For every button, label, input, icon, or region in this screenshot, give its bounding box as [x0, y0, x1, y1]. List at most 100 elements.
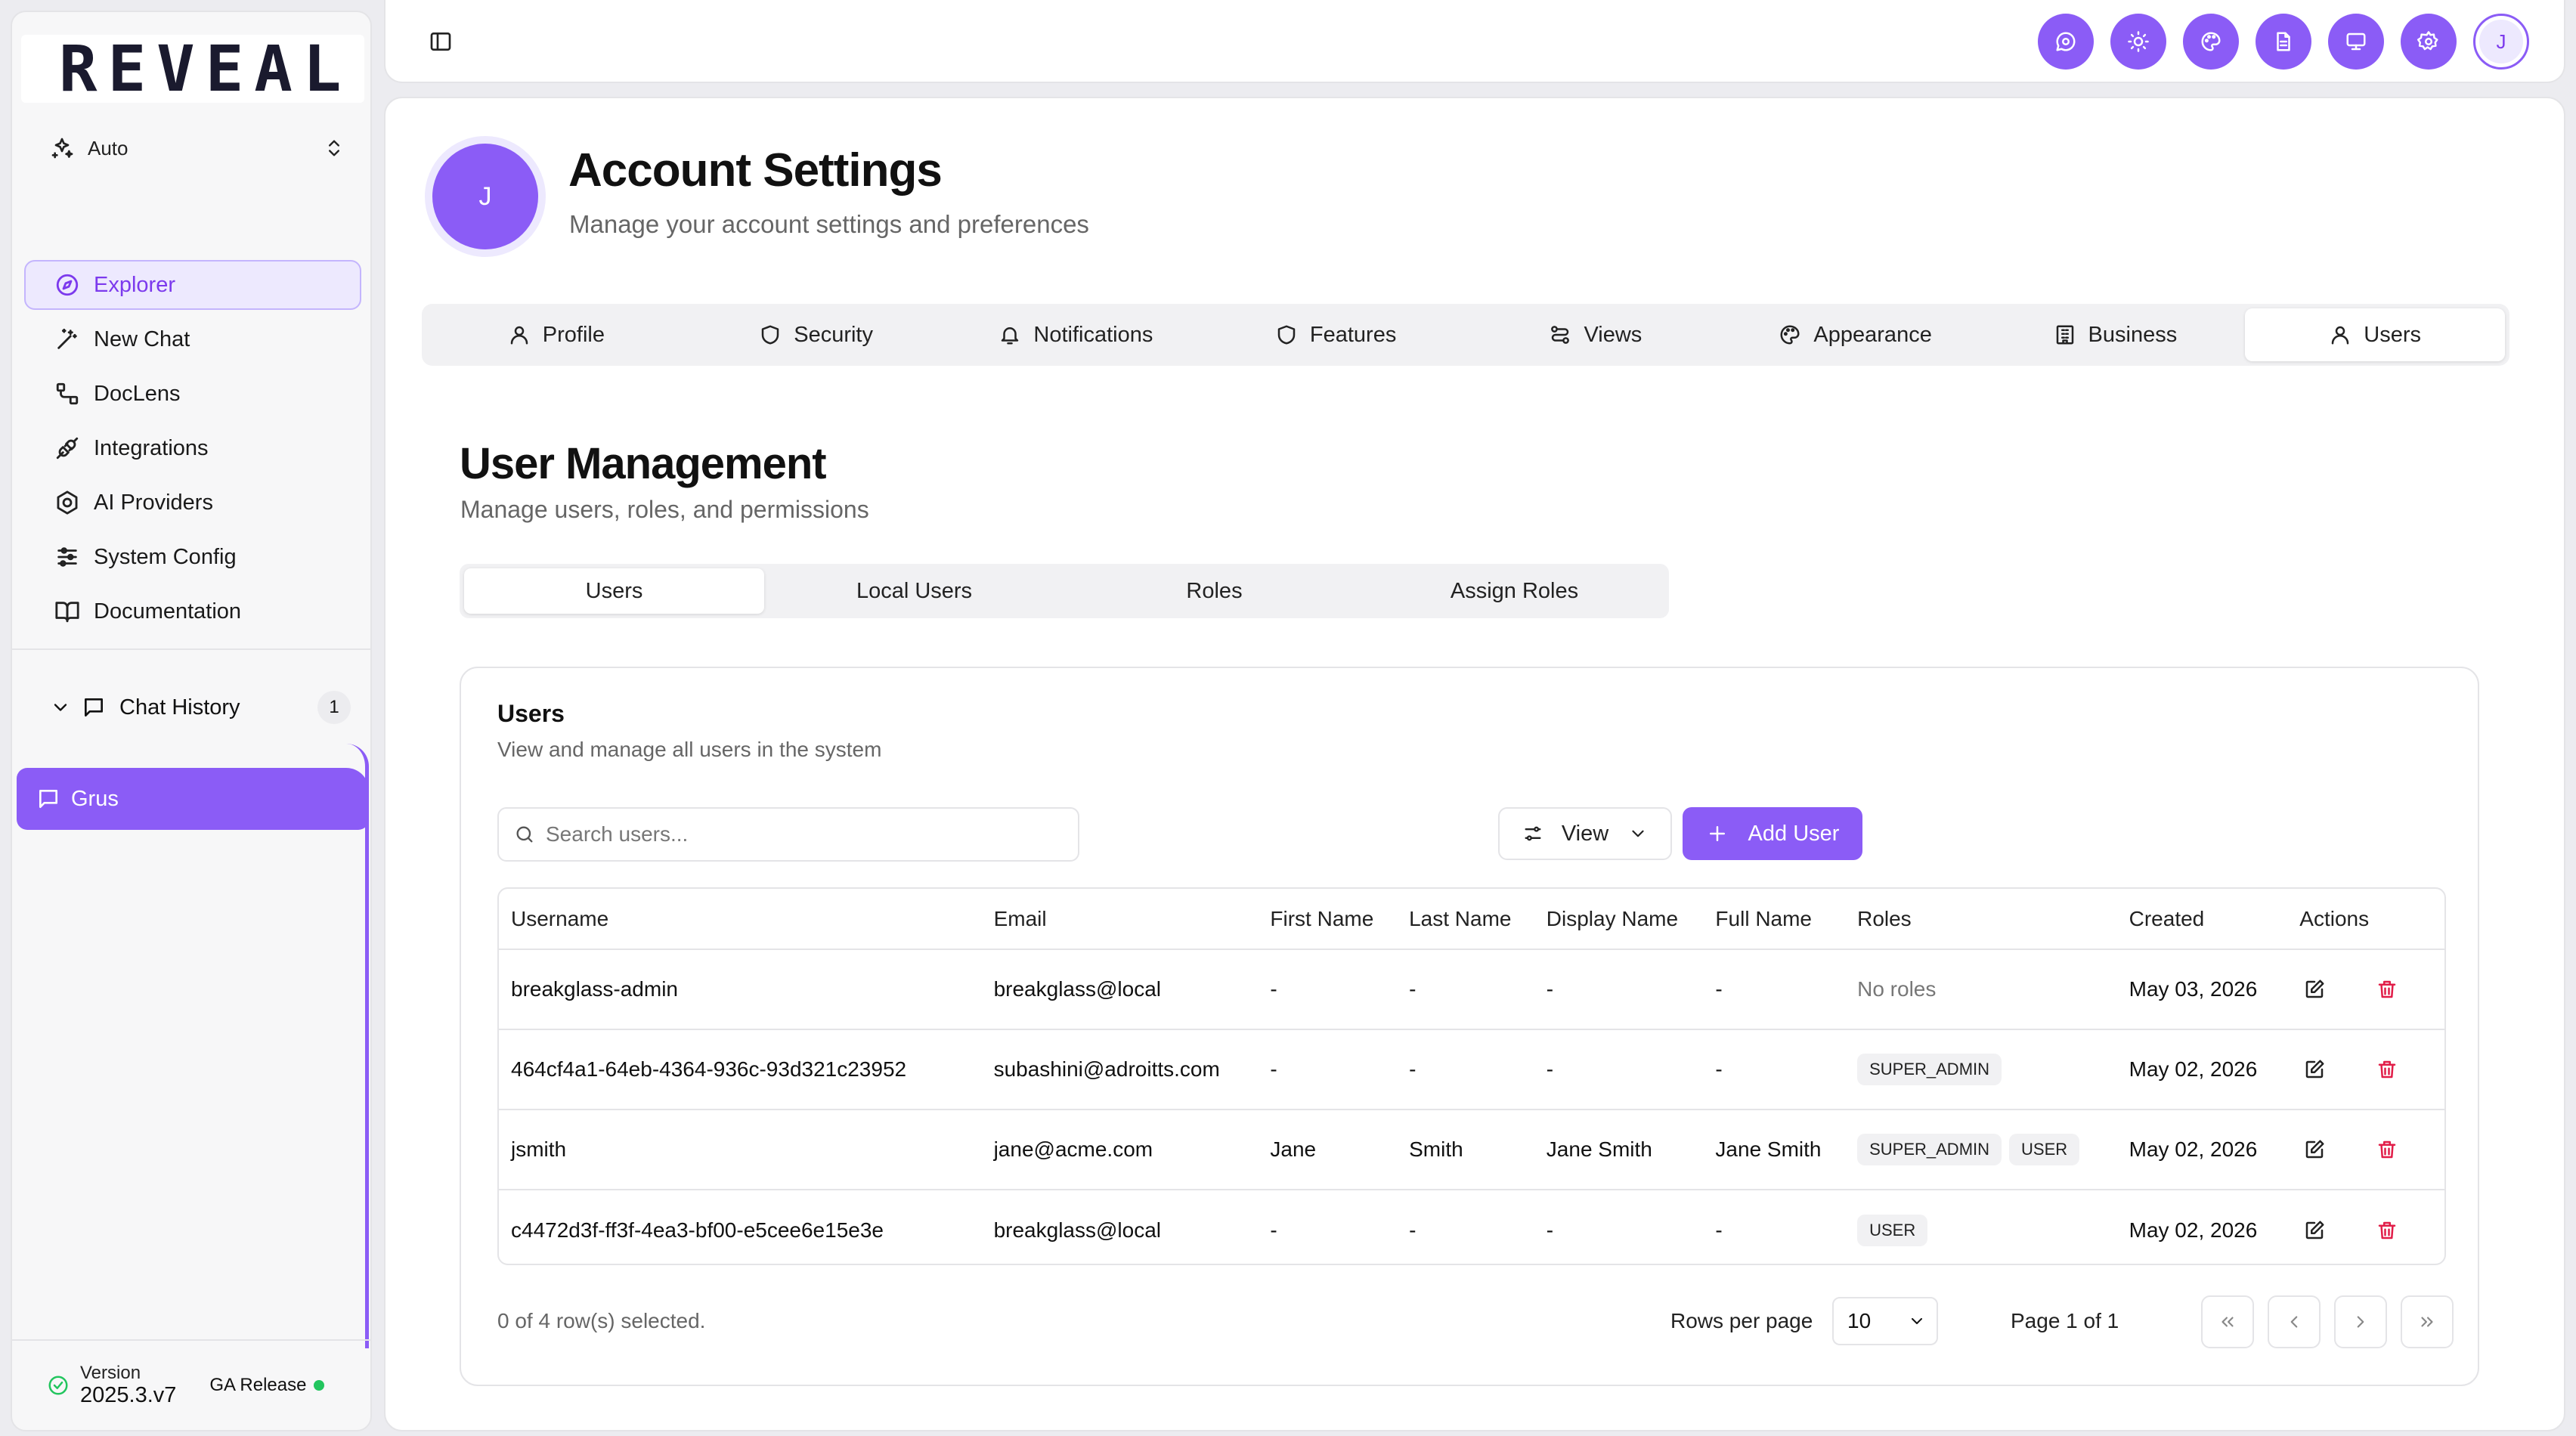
first-page-button[interactable] [2201, 1295, 2254, 1348]
column-header[interactable]: Username [499, 889, 982, 950]
nav-label: Documentation [94, 599, 242, 624]
tab-appearance[interactable]: Appearance [1726, 308, 1986, 361]
trash-icon[interactable] [2372, 1215, 2402, 1246]
column-header[interactable]: Email [981, 889, 1259, 950]
nav-label: DocLens [94, 381, 181, 406]
message-icon [36, 787, 60, 811]
display-name-cell: - [1534, 1029, 1704, 1110]
column-header[interactable]: Last Name [1397, 889, 1534, 950]
monitor-button[interactable] [2328, 14, 2384, 70]
chevron-updown-icon [324, 138, 345, 159]
edit-icon[interactable] [2299, 974, 2330, 1004]
chat-history-item[interactable]: Grus [17, 768, 369, 830]
card-title: Users [497, 700, 565, 727]
tab-notifications[interactable]: Notifications [946, 308, 1206, 361]
nav-item-new-chat[interactable]: New Chat [24, 314, 361, 364]
previous-page-button[interactable] [2268, 1295, 2321, 1348]
roles-cell: SUPER_ADMIN USER [1845, 1109, 2117, 1190]
subtab-users[interactable]: Users [464, 568, 764, 614]
table-header-row: Username Email First Name Last Name Disp… [499, 889, 2444, 950]
nav-item-ai-providers[interactable]: AI Providers [24, 478, 361, 528]
chat-button[interactable] [2038, 14, 2094, 70]
rows-per-page-select[interactable]: 10 [1832, 1297, 1938, 1345]
edit-icon[interactable] [2299, 1134, 2330, 1165]
column-header[interactable]: First Name [1258, 889, 1398, 950]
full-name-cell: - [1715, 1218, 1723, 1242]
topbar-actions: J [2021, 14, 2529, 70]
table-row[interactable]: jsmith jane@acme.com Jane Smith Jane Smi… [499, 1109, 2444, 1190]
chevron-right-icon [2351, 1312, 2370, 1332]
subtab-roles[interactable]: Roles [1064, 568, 1364, 614]
tab-security[interactable]: Security [686, 308, 946, 361]
plug-icon [54, 435, 80, 461]
add-user-button[interactable]: Add User [1683, 807, 1862, 860]
logo[interactable]: REVEAL [21, 32, 364, 106]
actions-cell [2287, 1109, 2444, 1190]
user-management-tabs: Users Local Users Roles Assign Roles [460, 564, 1669, 618]
created-cell: May 02, 2026 [2129, 1218, 2258, 1242]
column-header[interactable]: Created [2116, 889, 2288, 950]
palette-button[interactable] [2183, 14, 2239, 70]
plus-icon [1706, 822, 1729, 845]
settings-button[interactable] [2401, 14, 2457, 70]
nav-item-doclens[interactable]: DocLens [24, 369, 361, 419]
profile-avatar-initial: J [432, 144, 538, 249]
add-user-label: Add User [1748, 821, 1840, 846]
sparkles-icon [50, 136, 74, 160]
table-row[interactable]: 464cf4a1-64eb-4364-936c-93d321c23952 sub… [499, 1029, 2444, 1110]
last-page-button[interactable] [2401, 1295, 2454, 1348]
gear-icon [2417, 30, 2440, 53]
user-avatar-button[interactable]: J [2473, 14, 2529, 70]
trash-icon[interactable] [2372, 1054, 2402, 1085]
email-cell: subashini@adroitts.com [981, 1029, 1259, 1110]
column-header[interactable]: Full Name [1703, 889, 1846, 950]
shield-icon [1275, 323, 1298, 346]
username-cell: jsmith [499, 1109, 982, 1190]
tab-profile[interactable]: Profile [426, 308, 686, 361]
nav-label: New Chat [94, 327, 190, 351]
edit-icon[interactable] [2299, 1215, 2330, 1246]
chevron-down-icon [1628, 824, 1648, 843]
table-row[interactable]: c4472d3f-ff3f-4ea3-bf00-e5cee6e15e3e bre… [499, 1190, 2444, 1264]
tab-users[interactable]: Users [2245, 308, 2505, 361]
nav-item-documentation[interactable]: Documentation [24, 586, 361, 636]
nav-label: Explorer [94, 272, 175, 297]
roles-cell: SUPER_ADMIN [1845, 1029, 2117, 1110]
nav-item-explorer[interactable]: Explorer [24, 260, 361, 310]
book-icon [54, 599, 80, 624]
tab-views[interactable]: Views [1466, 308, 1726, 361]
next-page-button[interactable] [2334, 1295, 2387, 1348]
nav-item-integrations[interactable]: Integrations [24, 423, 361, 473]
full-name-cell: - [1703, 949, 1846, 1030]
theme-button[interactable] [2110, 14, 2166, 70]
subtab-assign-roles[interactable]: Assign Roles [1364, 568, 1664, 614]
sidebar-toggle-button[interactable] [422, 23, 460, 60]
chat-icon [2054, 30, 2077, 53]
main-nav: Explorer New Chat DocLens Integrations A… [24, 260, 361, 641]
main-panel: J Account Settings Manage your account s… [384, 97, 2565, 1431]
chat-history-toggle[interactable]: Chat History 1 [50, 685, 351, 730]
compass-icon [54, 272, 80, 298]
table-row[interactable]: breakglass-admin breakglass@local - - - … [499, 949, 2444, 1030]
rows-per-page-label: Rows per page [1670, 1309, 1813, 1332]
search-input[interactable] [546, 822, 1060, 846]
mode-selector[interactable]: Auto [50, 129, 345, 167]
nav-item-system-config[interactable]: System Config [24, 532, 361, 582]
subtab-local-users[interactable]: Local Users [764, 568, 1064, 614]
trash-icon[interactable] [2372, 1134, 2402, 1165]
view-options-button[interactable]: View [1498, 807, 1672, 860]
trash-icon[interactable] [2372, 974, 2402, 1004]
chat-history-list: Grus [17, 744, 369, 1348]
page-info: Page 1 of 1 [2011, 1309, 2119, 1332]
version-info: Version 2025.3.v7 GA Release [12, 1339, 370, 1430]
version-label: Version [80, 1362, 141, 1383]
document-button[interactable] [2256, 14, 2311, 70]
chevron-down-icon [50, 697, 71, 718]
edit-icon[interactable] [2299, 1054, 2330, 1085]
tab-features[interactable]: Features [1206, 308, 1466, 361]
tab-business[interactable]: Business [1986, 308, 2246, 361]
column-header[interactable]: Roles [1845, 889, 2117, 950]
column-header[interactable]: Display Name [1534, 889, 1704, 950]
mode-label: Auto [88, 136, 128, 159]
chevron-left-icon [2284, 1312, 2304, 1332]
